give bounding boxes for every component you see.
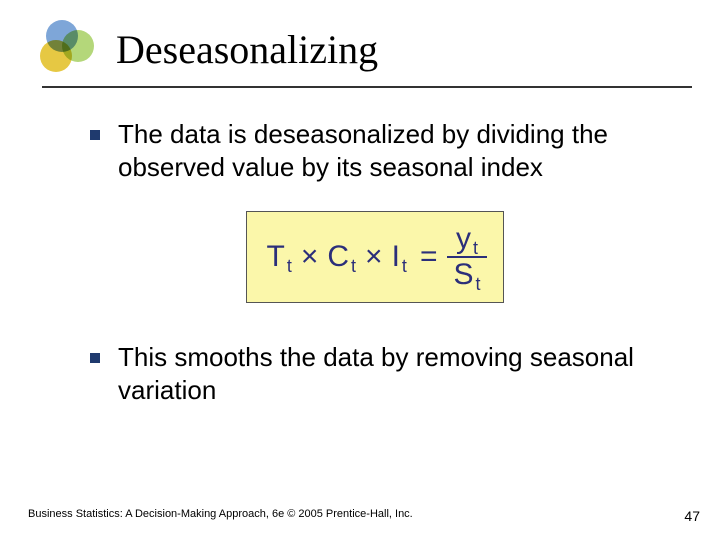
formula-times: × xyxy=(365,240,383,274)
slide-title: Deseasonalizing xyxy=(116,26,378,73)
footer-text: Business Statistics: A Decision-Making A… xyxy=(28,508,448,522)
formula-sub: t xyxy=(402,256,407,277)
formula-sub: t xyxy=(473,239,478,257)
slide: Deseasonalizing The data is deseasonaliz… xyxy=(0,0,720,540)
formula-times: × xyxy=(301,240,319,274)
formula-var: y xyxy=(456,224,471,254)
page-number: 47 xyxy=(684,508,700,524)
formula-equals: = xyxy=(420,240,438,274)
formula-denominator: St xyxy=(447,258,486,292)
bullet-item: This smooths the data by removing season… xyxy=(90,341,660,406)
formula-var: S xyxy=(453,260,473,290)
formula-var: T xyxy=(266,240,284,274)
formula-term-C: Ct xyxy=(327,240,356,274)
bullet-text: This smooths the data by removing season… xyxy=(118,341,660,406)
formula-sub: t xyxy=(351,256,356,277)
formula: Tt × Ct × It = yt St xyxy=(246,211,503,303)
title-row: Deseasonalizing xyxy=(0,0,720,86)
slide-body: The data is deseasonalized by dividing t… xyxy=(0,88,720,406)
bullet-text: The data is deseasonalized by dividing t… xyxy=(118,118,660,183)
formula-term-I: It xyxy=(392,240,407,274)
formula-var: I xyxy=(392,240,400,274)
bullet-icon xyxy=(90,353,100,363)
bullet-item: The data is deseasonalized by dividing t… xyxy=(90,118,660,183)
formula-fraction: yt St xyxy=(447,222,486,292)
formula-var: C xyxy=(327,240,349,274)
formula-numerator: yt xyxy=(450,222,484,256)
formula-container: Tt × Ct × It = yt St xyxy=(90,211,660,303)
bullet-icon xyxy=(90,130,100,140)
formula-sub: t xyxy=(287,256,292,277)
formula-sub: t xyxy=(475,275,480,293)
formula-term-T: Tt xyxy=(266,240,291,274)
logo-icon xyxy=(40,20,98,78)
